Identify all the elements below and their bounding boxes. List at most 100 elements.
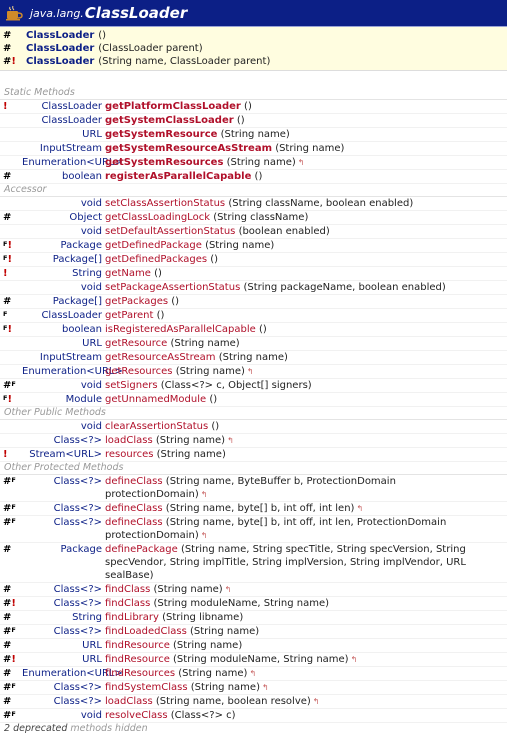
method-name[interactable]: defineClass — [105, 476, 163, 487]
method-row[interactable]: void setDefaultAssertionStatus (boolean e… — [0, 225, 507, 239]
constructor-row[interactable]: #! ClassLoader (String name, ClassLoader p… — [0, 55, 507, 68]
method-row[interactable]: # boolean registerAsParallelCapable () — [0, 170, 507, 184]
method-name[interactable]: defineClass — [105, 503, 163, 514]
method-name[interactable]: defineClass — [105, 517, 163, 528]
return-type[interactable]: ClassLoader — [22, 114, 105, 127]
method-row[interactable]: #F Class<?> findLoadedClass (String name) — [0, 625, 507, 639]
return-type[interactable]: Class<?> — [22, 583, 105, 596]
return-type[interactable]: URL — [22, 639, 105, 652]
method-row[interactable]: InputStream getResourceAsStream (String n… — [0, 351, 507, 365]
method-name[interactable]: getClassLoadingLock — [105, 212, 210, 223]
method-name[interactable]: findResource — [105, 654, 170, 665]
method-name[interactable]: getPlatformClassLoader — [105, 101, 241, 112]
return-type[interactable]: Stream<URL> — [22, 448, 105, 461]
method-name[interactable]: getSystemResourceAsStream — [105, 143, 272, 154]
constructor-row[interactable]: # ClassLoader (ClassLoader parent) — [0, 42, 507, 55]
method-name[interactable]: findResources — [105, 668, 175, 679]
method-name[interactable]: isRegisteredAsParallelCapable — [105, 324, 256, 335]
return-type[interactable]: boolean — [22, 170, 105, 183]
method-row[interactable]: InputStream getSystemResourceAsStream (St… — [0, 142, 507, 156]
method-row[interactable]: #F Class<?> findSystemClass (String name) ↰ — [0, 681, 507, 695]
method-row[interactable]: ! Stream<URL> resources (String name) — [0, 448, 507, 462]
method-row[interactable]: #! Class<?> findClass (String moduleName, … — [0, 597, 507, 611]
method-name[interactable]: loadClass — [105, 435, 153, 446]
return-type[interactable]: Class<?> — [22, 502, 105, 515]
method-name[interactable]: findLibrary — [105, 612, 159, 623]
return-type[interactable]: Object — [22, 211, 105, 224]
return-type[interactable]: Class<?> — [22, 597, 105, 610]
method-row[interactable]: # Package definePackage (String name, Stri… — [0, 543, 507, 583]
return-type[interactable]: InputStream — [22, 351, 105, 364]
return-type[interactable]: void — [22, 420, 105, 433]
method-name[interactable]: definePackage — [105, 544, 178, 555]
method-row[interactable]: URL getSystemResource (String name) — [0, 128, 507, 142]
method-name[interactable]: getPackages — [105, 296, 168, 307]
constructor-name[interactable]: ClassLoader — [26, 29, 94, 42]
return-type[interactable]: Package[] — [22, 295, 105, 308]
constructor-name[interactable]: ClassLoader — [26, 42, 94, 55]
return-type[interactable]: Class<?> — [22, 695, 105, 708]
return-type[interactable]: Class<?> — [22, 681, 105, 694]
return-type[interactable]: String — [22, 611, 105, 624]
method-row[interactable]: # URL findResource (String name) — [0, 639, 507, 653]
method-row[interactable]: void clearAssertionStatus () — [0, 420, 507, 434]
method-name[interactable]: getResource — [105, 338, 167, 349]
method-name[interactable]: resolveClass — [105, 710, 168, 721]
method-name[interactable]: setClassAssertionStatus — [105, 198, 225, 209]
method-row[interactable]: F ClassLoader getParent () — [0, 309, 507, 323]
method-row[interactable]: # Object getClassLoadingLock (String class… — [0, 211, 507, 225]
return-type[interactable]: boolean — [22, 323, 105, 336]
method-name[interactable]: getResourceAsStream — [105, 352, 216, 363]
class-title[interactable]: ClassLoader — [85, 4, 187, 22]
return-type[interactable]: Package — [22, 543, 105, 556]
method-row[interactable]: Enumeration<URL> getSystemResources (Stri… — [0, 156, 507, 170]
return-type[interactable]: void — [22, 709, 105, 722]
method-row[interactable]: ! ClassLoader getPlatformClassLoader () — [0, 100, 507, 114]
return-type[interactable]: Package[] — [22, 253, 105, 266]
return-type[interactable]: String — [22, 267, 105, 280]
method-name[interactable]: getSystemClassLoader — [105, 115, 234, 126]
method-row[interactable]: # Class<?> loadClass (String name, boolean… — [0, 695, 507, 709]
method-name[interactable]: findClass — [105, 584, 150, 595]
method-row[interactable]: #F Class<?> defineClass (String name, byte… — [0, 516, 507, 543]
method-row[interactable]: void setPackageAssertionStatus (String pa… — [0, 281, 507, 295]
return-type[interactable]: Class<?> — [22, 516, 105, 529]
return-type[interactable]: URL — [22, 653, 105, 666]
return-type[interactable]: Enumeration<URL> — [22, 365, 123, 378]
return-type[interactable]: URL — [22, 337, 105, 350]
method-name[interactable]: setSigners — [105, 380, 158, 391]
method-row[interactable]: #F Class<?> defineClass (String name, Byte… — [0, 475, 507, 502]
method-name[interactable]: setPackageAssertionStatus — [105, 282, 240, 293]
return-type[interactable]: Module — [22, 393, 105, 406]
method-row[interactable]: ! String getName () — [0, 267, 507, 281]
method-row[interactable]: F! Module getUnnamedModule () — [0, 393, 507, 407]
method-name[interactable]: getSystemResources — [105, 157, 223, 168]
method-name[interactable]: registerAsParallelCapable — [105, 171, 251, 182]
method-row[interactable]: #! URL findResource (String moduleName, St… — [0, 653, 507, 667]
method-name[interactable]: getSystemResource — [105, 129, 217, 140]
method-row[interactable]: #F void resolveClass (Class<?> c) — [0, 709, 507, 723]
method-name[interactable]: clearAssertionStatus — [105, 421, 208, 432]
return-type[interactable]: void — [22, 197, 105, 210]
method-name[interactable]: getParent — [105, 310, 153, 321]
return-type[interactable]: Class<?> — [22, 625, 105, 638]
method-row[interactable]: void setClassAssertionStatus (String clas… — [0, 197, 507, 211]
method-name[interactable]: findLoadedClass — [105, 626, 187, 637]
method-name[interactable]: findSystemClass — [105, 682, 188, 693]
method-row[interactable]: # Class<?> findClass (String name) ↰ — [0, 583, 507, 597]
method-name[interactable]: setDefaultAssertionStatus — [105, 226, 235, 237]
method-name[interactable]: getUnnamedModule — [105, 394, 206, 405]
method-row[interactable]: ClassLoader getSystemClassLoader () — [0, 114, 507, 128]
method-row[interactable]: Enumeration<URL> getResources (String nam… — [0, 365, 507, 379]
return-type[interactable]: ClassLoader — [22, 100, 105, 113]
method-row[interactable]: URL getResource (String name) — [0, 337, 507, 351]
constructor-row[interactable]: # ClassLoader () — [0, 29, 507, 42]
method-row[interactable]: Class<?> loadClass (String name) ↰ — [0, 434, 507, 448]
method-name[interactable]: findResource — [105, 640, 170, 651]
method-row[interactable]: #F Class<?> defineClass (String name, byte… — [0, 502, 507, 516]
method-name[interactable]: loadClass — [105, 696, 153, 707]
method-row[interactable]: # Enumeration<URL> findResources (String n… — [0, 667, 507, 681]
method-row[interactable]: F! Package[] getDefinedPackages () — [0, 253, 507, 267]
method-name[interactable]: getResources — [105, 366, 173, 377]
method-name[interactable]: findClass — [105, 598, 150, 609]
